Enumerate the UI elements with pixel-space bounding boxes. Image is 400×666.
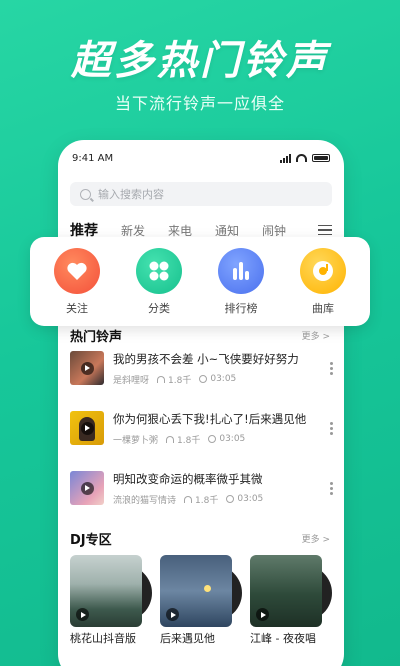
- tab-notification[interactable]: 通知: [215, 222, 239, 239]
- song-title: 明知改变命运的概率微乎其微: [113, 471, 263, 486]
- category-library[interactable]: 曲库: [288, 247, 358, 316]
- section-title: 热门铃声: [70, 330, 123, 345]
- tab-new[interactable]: 新发: [121, 222, 145, 239]
- search-input[interactable]: [98, 187, 298, 201]
- category-follow[interactable]: 关注: [42, 247, 112, 316]
- clock-icon: [208, 435, 217, 443]
- play-icon: [76, 608, 89, 621]
- song-artist: 流浪的猫写情诗: [113, 495, 177, 506]
- battery-icon: [312, 154, 330, 162]
- headphone-icon: [166, 435, 175, 443]
- play-icon: [80, 481, 94, 495]
- promo-subline: 当下流行铃声一应俱全: [114, 94, 285, 113]
- signal-icon: [280, 153, 291, 163]
- menu-icon[interactable]: [318, 224, 332, 236]
- song-artist: 一棵萝卜粥: [113, 435, 159, 446]
- category-label: 分类: [148, 301, 170, 315]
- dj-title: 桃花山抖音版: [70, 632, 136, 645]
- headphone-icon: [184, 495, 193, 503]
- tab-alarm[interactable]: 闹钟: [262, 222, 286, 239]
- category-label: 排行榜: [224, 301, 258, 315]
- category-classify[interactable]: 分类: [124, 247, 194, 316]
- more-options-icon[interactable]: [326, 421, 336, 435]
- wifi-icon: [296, 154, 307, 162]
- song-plays: 1.8千: [177, 435, 201, 446]
- search-bar[interactable]: [70, 182, 332, 206]
- more-options-icon[interactable]: [326, 481, 336, 495]
- headphone-icon: [157, 375, 166, 383]
- song-thumbnail: [70, 471, 104, 505]
- bar-chart-icon: [218, 247, 264, 294]
- dj-title: 江峰 - 夜夜唱: [250, 632, 316, 645]
- song-plays: 1.8千: [168, 375, 192, 386]
- dj-card[interactable]: [160, 555, 242, 627]
- category-label: 关注: [66, 301, 88, 315]
- grid-icon: [136, 247, 182, 294]
- song-duration: 03:05: [237, 494, 264, 504]
- play-icon: [80, 421, 94, 435]
- status-time: 9:41 AM: [72, 152, 114, 164]
- tab-incoming-call[interactable]: 来电: [168, 222, 192, 239]
- more-link[interactable]: 更多 >: [302, 329, 330, 342]
- play-icon: [256, 608, 269, 621]
- status-icons: [280, 153, 330, 163]
- dj-card[interactable]: [250, 555, 332, 627]
- song-artist: 是斜哩呀: [113, 375, 150, 386]
- heart-icon: [54, 247, 100, 294]
- song-duration: 03:05: [210, 374, 237, 384]
- song-title: 我的男孩不会差 小~飞侠要好好努力: [113, 351, 299, 366]
- song-duration: 03:05: [219, 434, 246, 444]
- dj-section-header: DJ专区 更多 >: [70, 529, 330, 548]
- song-row[interactable]: 你为何狠心丢下我!扎心了!后来遇见他 一棵萝卜粥 1.8千 03:05: [70, 404, 336, 452]
- song-row[interactable]: 我的男孩不会差 小~飞侠要好好努力 是斜哩呀 1.8千 03:05: [70, 344, 336, 392]
- section-title: DJ专区: [70, 533, 112, 548]
- song-row[interactable]: 明知改变命运的概率微乎其微 流浪的猫写情诗 1.8千 03:05: [70, 464, 336, 512]
- category-label: 曲库: [312, 301, 334, 315]
- category-ranking[interactable]: 排行榜: [206, 247, 276, 316]
- dj-card[interactable]: [70, 555, 152, 627]
- more-options-icon[interactable]: [326, 361, 336, 375]
- song-title: 你为何狠心丢下我!扎心了!后来遇见他: [113, 411, 307, 426]
- search-icon: [80, 188, 91, 200]
- song-plays: 1.8千: [195, 495, 219, 506]
- status-bar: 9:41 AM: [58, 140, 344, 176]
- dj-title: 后来遇见他: [160, 632, 215, 645]
- category-card: 关注 分类 排行榜 曲库: [30, 237, 370, 326]
- hot-section-header: 热门铃声 更多 >: [70, 326, 330, 345]
- clock-icon: [226, 495, 235, 503]
- song-thumbnail: [70, 411, 104, 445]
- clock-icon: [199, 375, 208, 383]
- disc-icon: [300, 247, 346, 294]
- play-icon: [80, 361, 94, 375]
- more-link[interactable]: 更多 >: [302, 532, 330, 545]
- play-icon: [166, 608, 179, 621]
- promo-headline: 超多热门铃声: [71, 38, 329, 84]
- song-thumbnail: [70, 351, 104, 385]
